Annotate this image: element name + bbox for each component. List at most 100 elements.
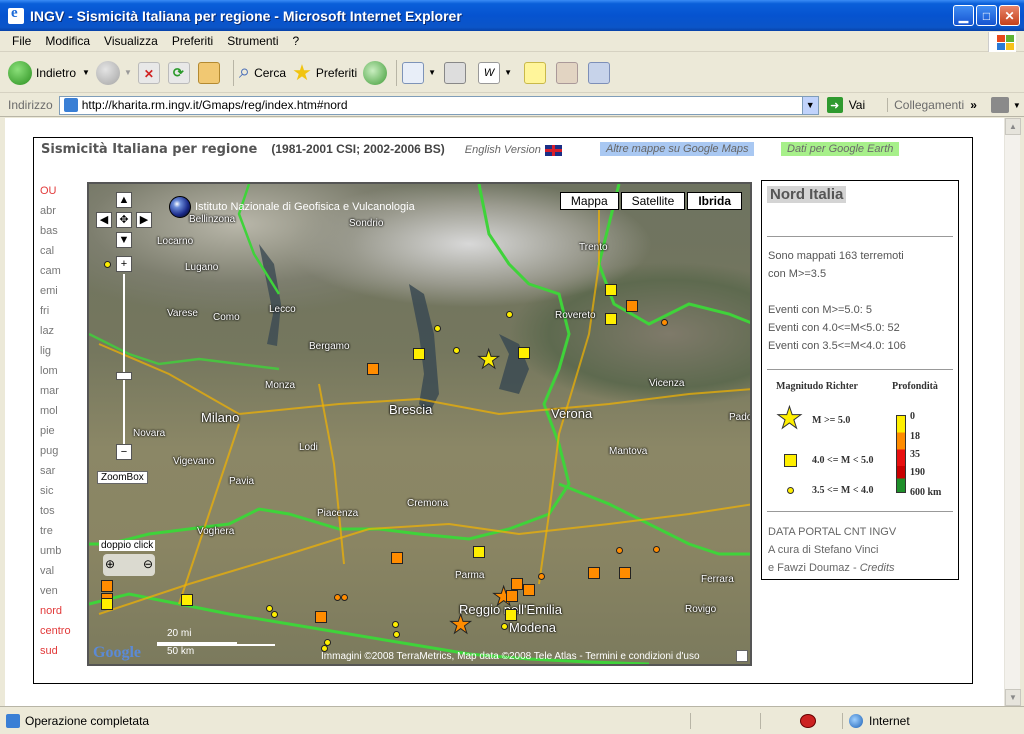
pan-center-icon[interactable]: ✥ [116,212,132,228]
quake-dot-icon[interactable] [334,594,341,601]
region-link-lom[interactable]: lom [40,364,80,384]
menu-preferiti[interactable]: Preferiti [165,34,220,48]
quake-square-icon[interactable] [518,347,530,359]
overview-zoom-out-icon[interactable]: ⊖ [143,557,153,571]
region-link-bas[interactable]: bas [40,224,80,244]
region-link-centro[interactable]: centro [40,624,80,644]
quake-dot-icon[interactable] [104,261,111,268]
region-link-nord[interactable]: nord [40,604,80,624]
google-maps-link[interactable]: Altre mappe su Google Maps [600,142,755,156]
quake-square-icon[interactable] [605,284,617,296]
quake-dot-icon[interactable] [453,347,460,354]
region-link-ven[interactable]: ven [40,584,80,604]
zoom-in-icon[interactable]: + [116,256,132,272]
credits-link[interactable]: Credits [860,562,895,574]
region-link-lig[interactable]: lig [40,344,80,364]
quake-square-icon[interactable] [505,609,517,621]
region-link-sar[interactable]: sar [40,464,80,484]
quake-dot-icon[interactable] [393,631,400,638]
overview-zoom-control[interactable]: ⊕ ⊖ [103,554,155,576]
quake-dot-icon[interactable] [653,546,660,553]
quake-square-icon[interactable] [626,300,638,312]
earthquake-map[interactable]: Istituto Nazionale di Geofisica e Vulcan… [87,182,752,666]
minimize-button[interactable]: ▁ [953,5,974,26]
menu-modifica[interactable]: Modifica [38,34,97,48]
quake-square-icon[interactable] [101,598,113,610]
region-link-cal[interactable]: cal [40,244,80,264]
mail-icon[interactable] [402,61,425,84]
zoom-out-icon[interactable]: − [116,444,132,460]
back-button[interactable]: Indietro ▼ [8,60,90,85]
region-link-sud[interactable]: sud [40,644,80,664]
region-link-sic[interactable]: sic [40,484,80,504]
google-logo[interactable]: Google [93,644,141,662]
scroll-up-icon[interactable]: ▲ [1005,118,1021,135]
quake-square-icon[interactable] [315,611,327,623]
region-link-cam[interactable]: cam [40,264,80,284]
forward-button[interactable]: ▼ [95,60,132,85]
history-icon[interactable] [363,60,388,85]
zoom-slider[interactable] [116,274,132,444]
close-button[interactable]: ✕ [999,5,1020,26]
quake-dot-icon[interactable] [501,623,508,630]
home-icon[interactable] [197,61,220,84]
menu-strumenti[interactable]: Strumenti [220,34,285,48]
english-version-link[interactable]: English Version [465,144,562,156]
quake-square-icon[interactable] [391,552,403,564]
quake-square-icon[interactable] [367,363,379,375]
menu-file[interactable]: File [0,34,38,48]
region-link-pug[interactable]: pug [40,444,80,464]
pan-down-icon[interactable]: ▼ [116,232,132,248]
region-link-tre[interactable]: tre [40,524,80,544]
quake-dot-icon[interactable] [434,325,441,332]
region-link-pie[interactable]: pie [40,424,80,444]
map-type-satellite[interactable]: Satellite [620,192,686,210]
quake-square-icon[interactable] [413,348,425,360]
pan-up-icon[interactable]: ▲ [116,192,132,208]
address-dropdown-icon[interactable]: ▼ [801,96,818,114]
tools-extra-icon[interactable] [990,97,1009,113]
zoombox-button[interactable]: ZoomBox [97,471,148,484]
stop-icon[interactable]: ✕ [137,61,160,84]
quake-square-icon[interactable] [473,546,485,558]
vertical-scrollbar[interactable]: ▲ ▼ [1004,118,1021,706]
quake-dot-icon[interactable] [392,621,399,628]
go-button[interactable]: ➜ Vai [826,97,865,113]
region-link-tos[interactable]: tos [40,504,80,524]
quake-square-icon[interactable] [523,584,535,596]
discuss-icon[interactable] [524,61,547,84]
print-icon[interactable] [444,61,467,84]
quake-square-icon[interactable] [511,578,523,590]
quake-dot-icon[interactable] [661,319,668,326]
search-button[interactable]: ⌕ Cerca [239,61,286,84]
quake-dot-icon[interactable] [616,547,623,554]
region-link-abr[interactable]: abr [40,204,80,224]
quake-square-icon[interactable] [506,590,518,602]
quake-square-icon[interactable] [619,567,631,579]
overview-zoom-in-icon[interactable]: ⊕ [105,557,115,571]
footer-links[interactable]: DATA PORTAL CNT INGV [768,523,896,541]
quake-dot-icon[interactable] [506,311,513,318]
quake-dot-icon[interactable] [271,611,278,618]
map-type-mappa[interactable]: Mappa [559,192,619,210]
edit-word-icon[interactable]: W [478,61,501,84]
google-earth-link[interactable]: Dati per Google Earth [781,142,900,156]
popup-blocker-icon[interactable] [800,714,816,728]
links-toolbar[interactable]: Collegamenti [887,98,964,112]
address-input[interactable]: http://kharita.rm.ingv.it/Gmaps/reg/inde… [58,95,819,115]
refresh-icon[interactable]: ⟳ [167,61,190,84]
map-type-ibrida[interactable]: Ibrida [687,192,742,210]
quake-square-icon[interactable] [605,313,617,325]
quake-square-icon[interactable] [181,594,193,606]
region-link-val[interactable]: val [40,564,80,584]
quake-star-icon[interactable]: ★ [448,611,472,638]
quake-square-icon[interactable] [588,567,600,579]
region-link-mol[interactable]: mol [40,404,80,424]
maximize-button[interactable]: □ [976,5,997,26]
quake-star-icon[interactable]: ★ [476,346,500,373]
scroll-down-icon[interactable]: ▼ [1005,689,1021,706]
pan-left-icon[interactable]: ◀ [96,212,112,228]
region-link-emi[interactable]: emi [40,284,80,304]
region-link-ou[interactable]: OU [40,184,80,204]
menu-visualizza[interactable]: Visualizza [97,34,165,48]
